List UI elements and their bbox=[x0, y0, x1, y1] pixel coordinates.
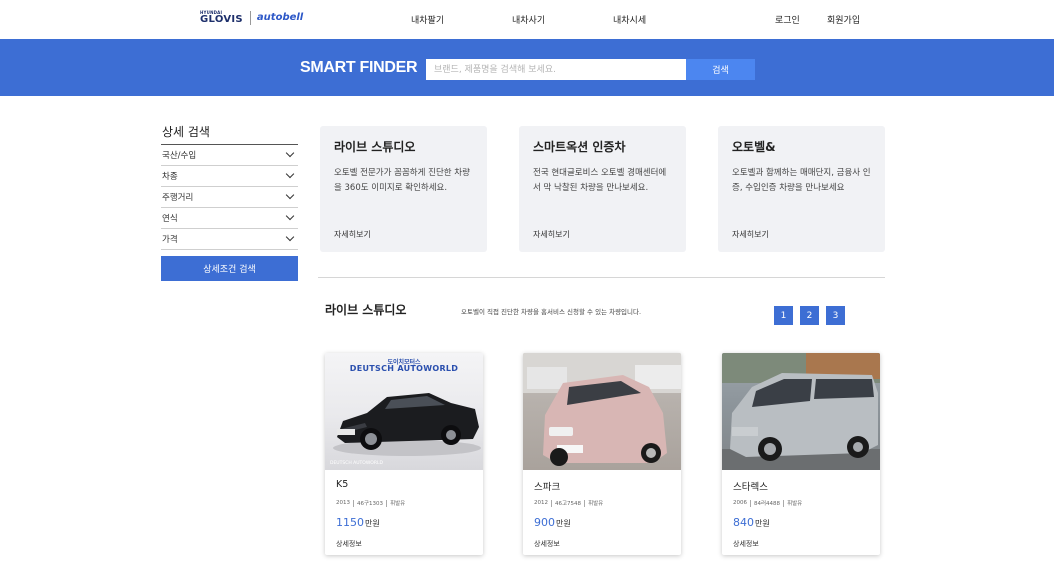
search-input[interactable] bbox=[426, 59, 686, 80]
car-price-value: 1150 bbox=[336, 516, 364, 529]
chevron-down-icon bbox=[285, 190, 295, 200]
filter-car-type[interactable]: 차종 bbox=[161, 166, 298, 187]
car-price-unit: 만원 bbox=[556, 519, 571, 528]
car-meta: 2013 46구1303 휘발유 bbox=[336, 499, 405, 507]
info-card-title: 오토벨& bbox=[732, 140, 776, 154]
smart-finder-band: SMART FINDER 검색 bbox=[0, 39, 1054, 96]
car-photo: 도이치모터스 DEUTSCH AUTOWORLD DEUTSCH AUTOWOR… bbox=[325, 353, 483, 470]
info-card-more-link[interactable]: 자세히보기 bbox=[533, 229, 570, 240]
logo-divider bbox=[249, 11, 251, 25]
autobell-logo-text: autobell bbox=[256, 12, 304, 23]
filter-year[interactable]: 연식 bbox=[161, 208, 298, 229]
chevron-down-icon bbox=[285, 232, 295, 242]
page-button-1[interactable]: 1 bbox=[774, 306, 793, 325]
glovis-logo-text: GLOVIS bbox=[200, 14, 243, 25]
car-plate: 46고7548 bbox=[555, 501, 582, 507]
filter-origin[interactable]: 국산/수입 bbox=[161, 145, 298, 166]
filter-mileage[interactable]: 주행거리 bbox=[161, 187, 298, 208]
car-card-starex[interactable]: 스타렉스 2006 84러4488 휘발유 840만원 상세정보 bbox=[722, 353, 880, 555]
car-price-unit: 만원 bbox=[365, 519, 380, 528]
chevron-down-icon bbox=[285, 169, 295, 179]
car-plate: 84러4488 bbox=[754, 501, 781, 507]
car-price: 900만원 bbox=[534, 516, 571, 529]
car-detail-link[interactable]: 상세정보 bbox=[534, 539, 560, 549]
top-navbar: HYUNDAI GLOVIS autobell 내차팔기 내차사기 내차시세 로… bbox=[0, 0, 1054, 39]
car-price: 840만원 bbox=[733, 516, 770, 529]
car-fuel: 휘발유 bbox=[390, 501, 406, 507]
info-card-title: 라이브 스튜디오 bbox=[334, 140, 416, 154]
signup-link[interactable]: 회원가입 bbox=[827, 13, 860, 26]
info-card-autobell-and[interactable]: 오토벨& 오토벨과 함께하는 매매단지, 금융사 인증, 수입인증 차량을 만나… bbox=[718, 126, 885, 252]
nav-car-price[interactable]: 내차시세 bbox=[613, 13, 646, 26]
car-meta: 2012 46고7548 휘발유 bbox=[534, 499, 603, 507]
car-plate: 46구1303 bbox=[357, 501, 384, 507]
car-detail-link[interactable]: 상세정보 bbox=[336, 539, 362, 549]
car-photo bbox=[523, 353, 681, 470]
detail-search-button[interactable]: 상세조건 검색 bbox=[161, 256, 298, 281]
search-button[interactable]: 검색 bbox=[686, 59, 755, 80]
filter-label: 주행거리 bbox=[162, 193, 194, 203]
watermark-bottom: DEUTSCH AUTOWORLD bbox=[330, 461, 383, 466]
chevron-down-icon bbox=[285, 148, 295, 158]
filter-label: 차종 bbox=[162, 172, 178, 182]
car-name: 스파크 bbox=[534, 482, 561, 493]
autobell-logo: autobell bbox=[257, 13, 303, 23]
car-card-spark[interactable]: 스파크 2012 46고7548 휘발유 900만원 상세정보 bbox=[523, 353, 681, 555]
info-card-desc: 오토벨과 함께하는 매매단지, 금융사 인증, 수입인증 차량을 만나보세요 bbox=[732, 168, 871, 193]
car-price-unit: 만원 bbox=[755, 519, 770, 528]
site-logo[interactable]: HYUNDAI GLOVIS autobell bbox=[200, 9, 303, 27]
car-price-value: 900 bbox=[534, 516, 555, 529]
page-button-2[interactable]: 2 bbox=[800, 306, 819, 325]
van-illustration bbox=[722, 353, 880, 470]
info-card-desc: 오토벨 전문가가 꼼꼼하게 진단한 차량을 360도 이미지로 확인하세요. bbox=[334, 168, 470, 193]
login-link[interactable]: 로그인 bbox=[775, 13, 800, 26]
car-price-value: 840 bbox=[733, 516, 754, 529]
sedan-illustration bbox=[333, 393, 481, 456]
info-card-desc: 전국 현대글로비스 오토벨 경매센터에서 막 낙찰된 차량을 만나보세요. bbox=[533, 168, 667, 193]
car-price: 1150만원 bbox=[336, 516, 380, 529]
car-year: 2012 bbox=[534, 500, 548, 506]
car-year: 2006 bbox=[733, 500, 747, 506]
hatchback-illustration bbox=[523, 353, 681, 466]
filter-list: 국산/수입 차종 주행거리 연식 가격 bbox=[161, 144, 298, 250]
filter-label: 연식 bbox=[162, 214, 178, 224]
chevron-down-icon bbox=[285, 211, 295, 221]
smart-finder-title: SMART FINDER bbox=[300, 59, 418, 76]
info-card-live-studio[interactable]: 라이브 스튜디오 오토벨 전문가가 꼼꼼하게 진단한 차량을 360도 이미지로… bbox=[320, 126, 487, 252]
section-divider bbox=[318, 277, 885, 278]
glovis-logo: HYUNDAI GLOVIS bbox=[200, 11, 243, 25]
car-fuel: 휘발유 bbox=[588, 501, 604, 507]
section-desc: 오토벨이 직접 진단한 차량을 홈서비스 신청할 수 있는 차량입니다. bbox=[461, 308, 642, 316]
sidebar-title: 상세 검색 bbox=[162, 125, 210, 139]
car-detail-link[interactable]: 상세정보 bbox=[733, 539, 759, 549]
car-name: K5 bbox=[336, 479, 349, 490]
filter-label: 가격 bbox=[162, 235, 178, 245]
page-button-3[interactable]: 3 bbox=[826, 306, 845, 325]
nav-buy-car[interactable]: 내차사기 bbox=[512, 13, 545, 26]
info-card-more-link[interactable]: 자세히보기 bbox=[334, 229, 371, 240]
car-name: 스타렉스 bbox=[733, 482, 768, 493]
nav-sell-car[interactable]: 내차팔기 bbox=[411, 13, 444, 26]
info-card-title: 스마트옥션 인증차 bbox=[533, 140, 626, 154]
car-fuel: 휘발유 bbox=[787, 501, 803, 507]
car-card-k5[interactable]: 도이치모터스 DEUTSCH AUTOWORLD DEUTSCH AUTOWOR… bbox=[325, 353, 483, 555]
filter-label: 국산/수입 bbox=[162, 151, 197, 161]
filter-price[interactable]: 가격 bbox=[161, 229, 298, 250]
car-meta: 2006 84러4488 휘발유 bbox=[733, 499, 802, 507]
car-year: 2013 bbox=[336, 500, 350, 506]
section-title: 라이브 스튜디오 bbox=[325, 303, 407, 317]
info-card-smart-auction[interactable]: 스마트옥션 인증차 전국 현대글로비스 오토벨 경매센터에서 막 낙찰된 차량을… bbox=[519, 126, 686, 252]
car-photo bbox=[722, 353, 880, 470]
info-card-more-link[interactable]: 자세히보기 bbox=[732, 229, 769, 240]
pagination: 1 2 3 bbox=[774, 306, 845, 325]
